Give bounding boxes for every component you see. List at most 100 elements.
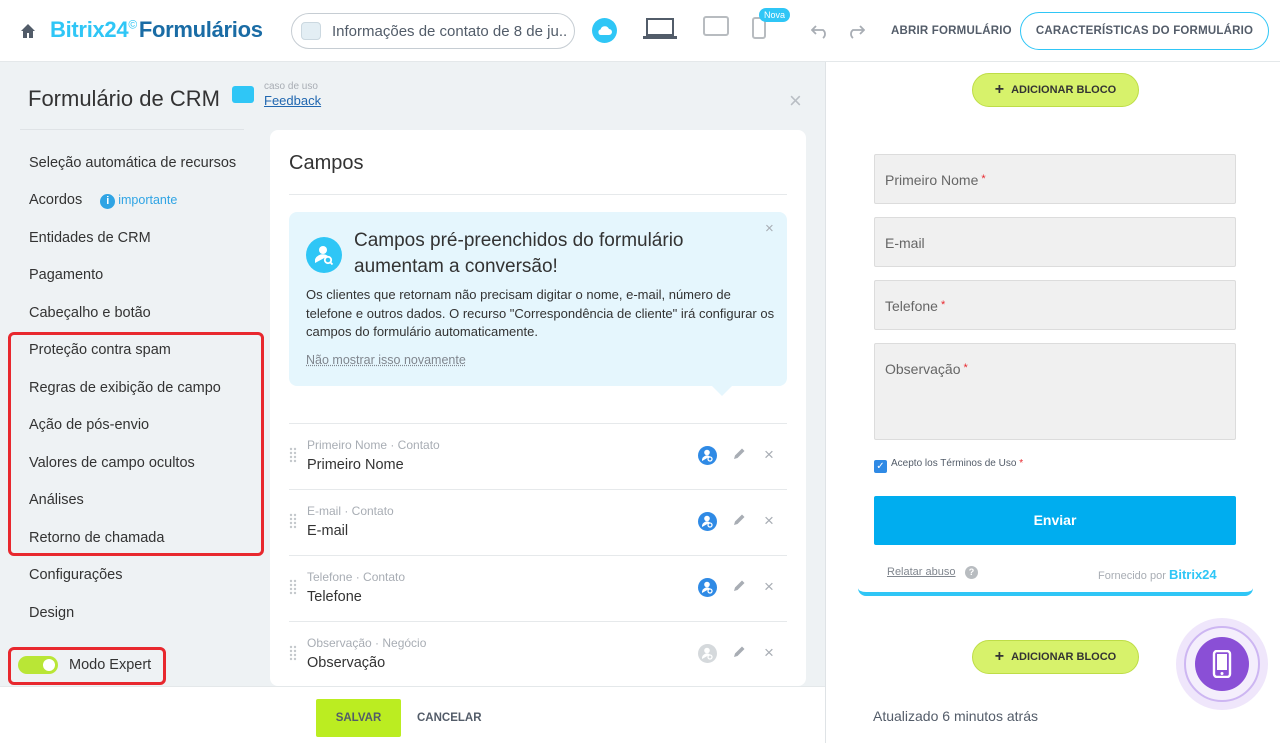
delete-icon[interactable]: ×	[764, 445, 774, 465]
required-mark: *	[1019, 458, 1024, 469]
delete-icon[interactable]: ×	[764, 643, 774, 663]
fab-core	[1195, 637, 1249, 691]
field-name: Observação	[307, 655, 386, 671]
menu-item-crm-entities[interactable]: Entidades de CRM	[29, 230, 151, 246]
field-subtitle: Primeiro Nome · Contato	[307, 438, 440, 452]
form-preview: + ADICIONAR BLOCO Primeiro Nome * E-mail T…	[825, 62, 1280, 743]
use-case-icon	[232, 86, 254, 103]
home-icon[interactable]	[20, 23, 36, 39]
checkbox-checked-icon[interactable]: ✓	[874, 460, 887, 473]
cancel-button[interactable]: CANCELAR	[417, 712, 482, 724]
new-badge: Nova	[759, 8, 791, 22]
user-autofill-icon	[306, 237, 342, 273]
required-mark: *	[981, 173, 986, 185]
first-name-input[interactable]: Primeiro Nome *	[874, 154, 1236, 204]
form-thumbnail-icon	[301, 22, 321, 40]
report-abuse-link[interactable]: Relatar abuso	[887, 566, 956, 578]
redo-icon[interactable]	[847, 23, 865, 39]
use-case-link[interactable]: Feedback	[264, 93, 321, 108]
important-hint[interactable]: i importante	[100, 193, 177, 209]
input-placeholder: Observação	[885, 361, 961, 377]
phone-input[interactable]: Telefone *	[874, 280, 1236, 330]
delete-icon[interactable]: ×	[764, 577, 774, 597]
input-placeholder: E-mail	[885, 235, 925, 251]
drag-handle-icon[interactable]	[289, 645, 297, 661]
dont-show-again-link[interactable]: Não mostrar isso novamente	[306, 353, 466, 367]
plus-icon: +	[994, 648, 1005, 665]
info-title: Campos pré-preenchidos do formulário aum…	[354, 230, 684, 277]
last-updated: Atualizado 6 minutos atrás	[873, 708, 1038, 724]
brand-logo: Bitrix24	[1168, 567, 1217, 582]
email-input[interactable]: E-mail	[874, 217, 1236, 267]
field-name: Primeiro Nome	[307, 457, 404, 473]
form-selector[interactable]: Informações de contato de 8 de ju...	[291, 13, 575, 49]
tablet-view-icon[interactable]	[703, 16, 729, 38]
panel-title: Formulário de CRM	[28, 86, 220, 111]
divider	[20, 129, 244, 130]
field-row[interactable]: Telefone · Contato Telefone ×	[289, 555, 787, 621]
drag-handle-icon[interactable]	[289, 579, 297, 595]
menu-item-label: Acordos	[29, 192, 83, 208]
add-block-label: ADICIONAR BLOCO	[1011, 651, 1117, 663]
autofill-icon[interactable]	[698, 644, 717, 663]
menu-item-settings[interactable]: Configurações	[29, 567, 123, 583]
note-textarea[interactable]: Observação *	[874, 343, 1236, 440]
info-icon: i	[100, 194, 116, 209]
close-icon[interactable]: ×	[789, 88, 802, 114]
edit-icon[interactable]	[732, 579, 746, 593]
required-mark: *	[940, 299, 946, 311]
menu-item-header-button[interactable]: Cabeçalho e botão	[29, 305, 151, 321]
phone-icon	[1212, 650, 1232, 678]
open-form-link[interactable]: ABRIR FORMULÁRIO	[891, 25, 1012, 37]
powered-by: Fornecido por Bitrix24	[1098, 567, 1217, 582]
save-button[interactable]: SALVAR	[316, 699, 401, 737]
plus-icon: +	[994, 81, 1005, 98]
highlight-box	[8, 647, 166, 685]
autofill-icon[interactable]	[698, 446, 717, 465]
info-banner: Campos pré-preenchidos do formulário aum…	[289, 212, 787, 386]
form-characteristics-button[interactable]: CARACTERÍSTICAS DO FORMULÁRIO	[1020, 12, 1269, 50]
undo-icon[interactable]	[811, 23, 829, 39]
menu-item-agreements[interactable]: Acordos i importante	[29, 192, 177, 209]
add-block-button[interactable]: + ADICIONAR BLOCO	[972, 73, 1139, 107]
clock-icon: ©	[128, 17, 137, 32]
menu-item-design[interactable]: Design	[29, 605, 74, 621]
required-mark: *	[963, 362, 968, 374]
drag-handle-icon[interactable]	[289, 513, 297, 529]
important-label: importante	[118, 193, 178, 207]
terms-label: Acepto los Términos de Uso	[891, 458, 1017, 469]
delete-icon[interactable]: ×	[764, 511, 774, 531]
top-bar: Bitrix24©Formulários Informações de cont…	[0, 0, 1280, 62]
autofill-icon[interactable]	[698, 512, 717, 531]
field-row[interactable]: Primeiro Nome · Contato Primeiro Nome ×	[289, 423, 787, 489]
mobile-preview-fab[interactable]	[1176, 618, 1268, 710]
edit-icon[interactable]	[732, 513, 746, 527]
autofill-icon[interactable]	[698, 578, 717, 597]
close-icon[interactable]: ×	[765, 220, 774, 237]
input-placeholder: Telefone	[885, 298, 938, 314]
fields-card: Campos Campos pré-preenchidos do formulá…	[270, 130, 806, 686]
settings-panel: Formulário de CRM caso de uso Feedback ×…	[0, 62, 825, 686]
field-row[interactable]: E-mail · Contato E-mail ×	[289, 489, 787, 555]
field-subtitle: Observação · Negócio	[307, 636, 427, 650]
terms-checkbox-row[interactable]: ✓ Acepto los Términos de Uso *	[874, 458, 1023, 473]
drag-handle-icon[interactable]	[289, 447, 297, 463]
divider	[289, 194, 787, 195]
edit-icon[interactable]	[732, 447, 746, 461]
edit-icon[interactable]	[732, 645, 746, 659]
use-case-label: caso de uso	[264, 81, 318, 92]
cloud-save-icon[interactable]	[592, 18, 617, 43]
panel-footer: SALVAR CANCELAR	[0, 686, 825, 743]
menu-item-auto-select[interactable]: Seleção automática de recursos	[29, 155, 236, 171]
form-bottom-border	[858, 588, 1253, 596]
menu-item-payment[interactable]: Pagamento	[29, 267, 103, 283]
fields-title: Campos	[289, 152, 364, 174]
laptop-view-icon[interactable]	[642, 16, 678, 42]
field-name: E-mail	[307, 523, 349, 539]
banner-pointer	[712, 386, 732, 396]
add-block-button[interactable]: + ADICIONAR BLOCO	[972, 640, 1139, 674]
help-icon[interactable]: ?	[965, 566, 978, 579]
app-logo[interactable]: Bitrix24©Formulários	[50, 17, 263, 43]
field-row[interactable]: Observação · Negócio Observação ×	[289, 621, 787, 686]
submit-button[interactable]: Enviar	[874, 496, 1236, 545]
